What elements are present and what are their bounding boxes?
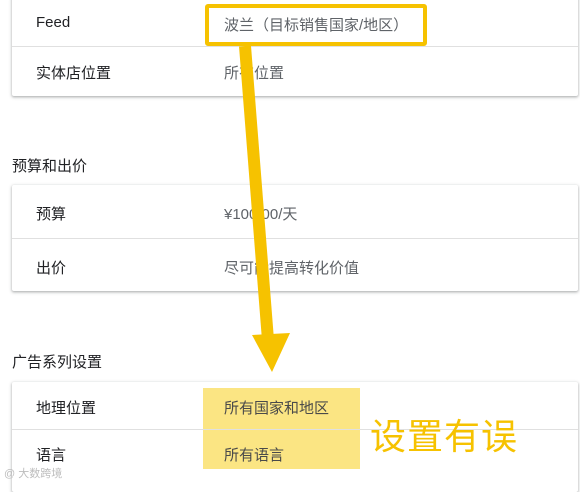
store-location-value: 所有位置 [224, 65, 285, 82]
store-location-label: 实体店位置 [36, 65, 112, 82]
budget-card: 预算 ¥100.00/天 出价 尽可能提高转化价值 [12, 185, 578, 291]
budget-label: 预算 [36, 206, 67, 223]
watermark: @ 大数跨境 [4, 468, 63, 480]
budget-row[interactable]: 预算 ¥100.00/天 [12, 185, 578, 238]
store-location-row[interactable]: 实体店位置 所有位置 [12, 47, 578, 96]
bid-label: 出价 [36, 260, 67, 277]
error-annotation: 设置有误 [370, 417, 519, 458]
feed-value-highlight-box [205, 4, 427, 46]
budget-section-title: 预算和出价 [12, 158, 88, 175]
budget-value: ¥100.00/天 [224, 206, 298, 223]
geo-location-label: 地理位置 [36, 400, 97, 417]
geo-location-value: 所有国家和地区 [224, 400, 330, 417]
language-label: 语言 [36, 447, 67, 464]
campaign-section-title: 广告系列设置 [12, 354, 103, 371]
language-value: 所有语言 [224, 447, 285, 464]
bid-row[interactable]: 出价 尽可能提高转化价值 [12, 239, 578, 291]
bid-value: 尽可能提高转化价值 [224, 260, 360, 277]
feed-label: Feed [36, 14, 71, 31]
